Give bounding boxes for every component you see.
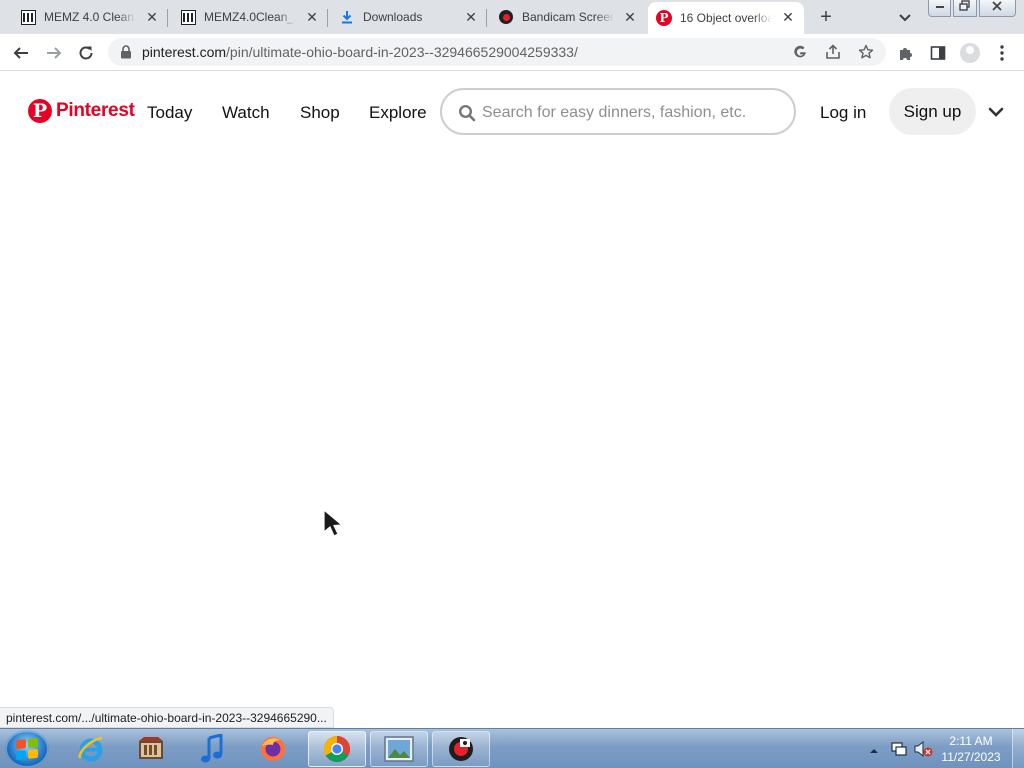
firefox-icon[interactable] xyxy=(244,731,302,767)
chrome-icon[interactable] xyxy=(308,731,366,767)
profile-avatar-icon[interactable] xyxy=(957,40,983,66)
bandicam-icon xyxy=(498,9,514,25)
clock-date: 11/27/2023 xyxy=(941,750,1001,764)
close-tab-icon[interactable]: ✕ xyxy=(780,9,796,25)
tab-strip: MEMZ 4.0 Clean an ✕ MEMZ4.0Clean_20 ✕ Do… xyxy=(0,0,1024,34)
tab-title: MEMZ4.0Clean_20 xyxy=(204,10,296,24)
start-button[interactable] xyxy=(5,730,49,768)
tab-title: 16 Object overload xyxy=(680,11,772,25)
new-tab-button[interactable]: + xyxy=(814,5,838,29)
search-input[interactable]: Search for easy dinners, fashion, etc. xyxy=(440,88,796,135)
memz-icon xyxy=(180,9,196,25)
tab-memz-zip[interactable]: MEMZ4.0Clean_20 ✕ xyxy=(160,0,328,34)
photo-viewer-icon[interactable] xyxy=(370,731,428,767)
mouse-cursor-icon xyxy=(322,508,346,540)
taskbar: 2:11 AM 11/27/2023 xyxy=(0,728,1024,768)
search-icon xyxy=(458,104,476,122)
restore-button[interactable] xyxy=(953,0,977,17)
signup-button[interactable]: Sign up xyxy=(889,88,976,135)
close-tab-icon[interactable]: ✕ xyxy=(304,9,320,25)
window-controls xyxy=(928,0,1018,18)
close-tab-icon[interactable]: ✕ xyxy=(463,9,479,25)
media-center-icon[interactable] xyxy=(122,731,180,767)
windows-logo-icon xyxy=(16,737,38,761)
extensions-puzzle-icon[interactable] xyxy=(893,40,919,66)
status-bubble: pinterest.com/.../ultimate-ohio-board-in… xyxy=(0,707,334,728)
page-content-area xyxy=(0,153,1024,728)
pinterest-icon: P xyxy=(656,10,672,26)
close-tab-icon[interactable]: ✕ xyxy=(622,9,638,25)
bookmark-star-icon[interactable] xyxy=(855,41,877,63)
forward-arrow-icon[interactable] xyxy=(41,40,67,66)
network-icon[interactable] xyxy=(890,740,908,758)
internet-explorer-icon[interactable] xyxy=(62,731,120,767)
show-hidden-icons-arrow-icon[interactable] xyxy=(869,743,879,753)
tab-downloads[interactable]: Downloads ✕ xyxy=(319,0,487,34)
url-text: pinterest.com/pin/ultimate-ohio-board-in… xyxy=(142,44,578,60)
tab-search-chevron-icon[interactable] xyxy=(894,6,916,28)
download-icon xyxy=(339,9,355,25)
nav-explore[interactable]: Explore xyxy=(369,103,427,123)
url-host: pinterest.com xyxy=(142,44,227,60)
login-button[interactable]: Log in xyxy=(820,103,866,123)
tab-title: Downloads xyxy=(363,10,423,24)
clock[interactable]: 2:11 AM 11/27/2023 xyxy=(938,733,1004,765)
itunes-icon[interactable] xyxy=(183,731,241,767)
url-path: /pin/ultimate-ohio-board-in-2023--329466… xyxy=(226,44,578,60)
tab-title: MEMZ 4.0 Clean an xyxy=(44,10,136,24)
clock-time: 2:11 AM xyxy=(949,734,993,748)
tab-pinterest-active[interactable]: P 16 Object overload ✕ xyxy=(648,2,804,34)
back-arrow-icon[interactable] xyxy=(8,40,34,66)
system-tray: 2:11 AM 11/27/2023 xyxy=(866,729,1024,768)
memz-icon xyxy=(20,9,36,25)
google-lens-icon[interactable] xyxy=(789,41,811,63)
chevron-down-icon[interactable] xyxy=(986,103,1006,121)
address-bar[interactable]: pinterest.com/pin/ultimate-ohio-board-in… xyxy=(108,38,886,66)
chrome-menu-icon[interactable] xyxy=(989,40,1015,66)
pinterest-icon: P xyxy=(28,99,52,123)
nav-watch[interactable]: Watch xyxy=(222,103,270,123)
close-tab-icon[interactable]: ✕ xyxy=(144,9,160,25)
show-desktop-button[interactable] xyxy=(1012,729,1024,768)
volume-muted-icon[interactable] xyxy=(913,740,933,758)
pinterest-logo[interactable]: P Pinterest xyxy=(28,99,135,123)
nav-today[interactable]: Today xyxy=(147,103,192,123)
reload-icon[interactable] xyxy=(73,40,99,66)
bandicam-icon[interactable] xyxy=(432,731,490,767)
tab-memz-clean[interactable]: MEMZ 4.0 Clean an ✕ xyxy=(0,0,168,34)
tab-title: Bandicam Screen R xyxy=(522,10,614,24)
search-placeholder: Search for easy dinners, fashion, etc. xyxy=(482,104,747,121)
pinterest-header: P Pinterest Today Watch Shop Explore Sea… xyxy=(0,71,1024,153)
lock-icon[interactable] xyxy=(118,44,134,60)
pinterest-wordmark: Pinterest xyxy=(56,100,135,121)
close-window-button[interactable] xyxy=(978,0,1016,17)
side-panel-icon[interactable] xyxy=(925,40,951,66)
minimize-button[interactable] xyxy=(928,0,952,17)
nav-shop[interactable]: Shop xyxy=(300,103,340,123)
tab-bandicam[interactable]: Bandicam Screen R ✕ xyxy=(478,0,646,34)
share-icon[interactable] xyxy=(822,41,844,63)
browser-toolbar: pinterest.com/pin/ultimate-ohio-board-in… xyxy=(0,34,1024,71)
